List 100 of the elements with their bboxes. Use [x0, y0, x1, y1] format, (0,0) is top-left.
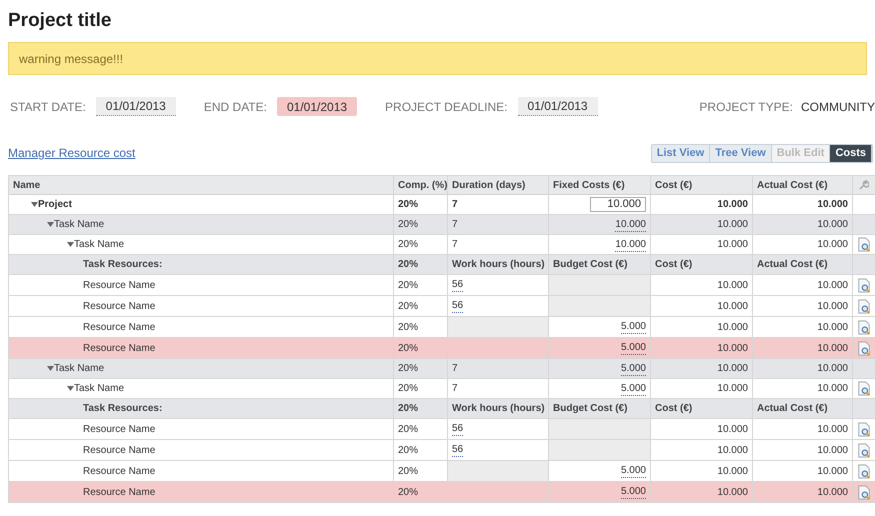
column-header: Name	[13, 178, 40, 192]
resource-name: Resource Name	[83, 342, 156, 356]
row-name: Task Name	[74, 238, 124, 252]
warning-banner: warning message!!!	[8, 42, 867, 75]
cost-value: 10.000	[717, 198, 748, 212]
cost-value: 10.000	[717, 362, 748, 376]
actual-cost-value: 10.000	[817, 342, 848, 356]
completion-value: 20%	[398, 422, 418, 436]
completion-value: 20%	[398, 218, 418, 232]
cost-value: 10.000	[717, 444, 748, 458]
cost-value: 10.000	[717, 422, 748, 436]
document-search-icon[interactable]	[857, 318, 871, 336]
completion-value: 20%	[398, 198, 418, 212]
row-name: Task Name	[74, 382, 124, 396]
document-search-icon[interactable]	[857, 380, 871, 397]
expand-caret-icon[interactable]	[67, 241, 74, 248]
cost-value: 10.000	[717, 486, 748, 500]
view-tab[interactable]: Costs	[830, 144, 872, 162]
cost-value: 10.000	[717, 320, 748, 334]
cost-value: 10.000	[717, 278, 748, 292]
duration-value: 7	[452, 198, 458, 212]
actual-cost-value: 10.000	[817, 382, 848, 396]
resources-header-label: Actual Cost (€)	[757, 402, 828, 416]
editable-value[interactable]: 56	[452, 278, 464, 292]
expand-caret-icon[interactable]	[47, 221, 54, 228]
resources-header-label: Cost (€)	[655, 402, 692, 416]
document-search-icon[interactable]	[857, 442, 871, 458]
project-type-label: PROJECT TYPE:	[699, 98, 793, 116]
editable-value[interactable]: 5.000	[620, 382, 646, 396]
date-label: END DATE:	[204, 98, 267, 116]
column-header: Fixed Costs (€)	[553, 178, 625, 192]
manager-resource-cost-link[interactable]: Manager Resource cost	[8, 144, 136, 162]
cost-value: 10.000	[717, 238, 748, 252]
editable-value[interactable]: 10.000	[615, 218, 646, 232]
editable-value[interactable]: 56	[452, 443, 464, 457]
resources-header-label: Work hours (hours)	[452, 402, 545, 416]
actual-cost-value: 10.000	[817, 278, 848, 292]
row-name: Task Name	[54, 362, 104, 376]
expand-caret-icon[interactable]	[47, 365, 54, 372]
completion-value: 20%	[398, 486, 418, 500]
resource-name: Resource Name	[83, 486, 156, 500]
duration-value: 7	[452, 382, 458, 396]
editable-value[interactable]: 56	[452, 299, 464, 313]
resource-name: Resource Name	[83, 422, 156, 436]
date-field[interactable]: 01/01/2013	[276, 97, 358, 116]
resource-name: Resource Name	[83, 278, 156, 292]
editable-value[interactable]: 10.000	[615, 238, 646, 252]
resources-header-label: Task Resources:	[83, 402, 162, 416]
actual-cost-value: 10.000	[817, 300, 848, 314]
expand-caret-icon[interactable]	[31, 201, 38, 208]
resources-header-label: Actual Cost (€)	[757, 258, 828, 272]
completion-value: 20%	[398, 444, 418, 458]
editable-value[interactable]: 5.000	[620, 320, 646, 334]
actual-cost-value: 10.000	[817, 486, 848, 500]
column-header: Comp. (%)	[398, 178, 448, 192]
actual-cost-value: 10.000	[817, 238, 848, 252]
actual-cost-value: 10.000	[817, 362, 848, 376]
completion-value: 20%	[398, 238, 418, 252]
document-search-icon[interactable]	[857, 462, 871, 480]
date-field[interactable]: 01/01/2013	[96, 97, 176, 116]
cost-value: 10.000	[717, 218, 748, 232]
cost-value: 10.000	[717, 382, 748, 396]
expand-caret-icon[interactable]	[67, 385, 74, 392]
resources-header-label: 20%	[398, 402, 418, 416]
project-type-value: COMMUNITY	[801, 98, 875, 116]
editable-value[interactable]: 5.000	[620, 464, 646, 478]
date-field[interactable]: 01/01/2013	[518, 97, 598, 116]
column-header: Actual Cost (€)	[757, 178, 828, 192]
completion-value: 20%	[398, 278, 418, 292]
editable-value[interactable]: 5.000	[620, 362, 646, 376]
actual-cost-value: 10.000	[817, 444, 848, 458]
date-label: START DATE:	[10, 98, 86, 116]
document-search-icon[interactable]	[857, 484, 871, 500]
duration-value: 7	[452, 218, 458, 232]
page-title: Project title	[7, 9, 112, 33]
resources-header-label: Budget Cost (€)	[553, 258, 628, 272]
actual-cost-value: 10.000	[817, 218, 848, 232]
editable-value[interactable]: 56	[452, 422, 464, 436]
actual-cost-value: 10.000	[817, 422, 848, 436]
completion-value: 20%	[398, 362, 418, 376]
resource-name: Resource Name	[83, 300, 156, 314]
column-header: Duration (days)	[452, 178, 526, 192]
resources-header-label: Budget Cost (€)	[553, 402, 628, 416]
actual-cost-value: 10.000	[817, 198, 848, 212]
column-header: Cost (€)	[655, 178, 692, 192]
completion-value: 20%	[398, 342, 418, 356]
date-label: PROJECT DEADLINE:	[385, 98, 508, 116]
editable-value[interactable]: 5.000	[620, 341, 646, 355]
document-search-icon[interactable]	[857, 276, 871, 294]
resources-header-label: 20%	[398, 258, 418, 272]
document-search-icon[interactable]	[857, 340, 871, 356]
completion-value: 20%	[398, 464, 418, 478]
fixed-cost-input[interactable]: 10.000	[590, 197, 646, 212]
completion-value: 20%	[398, 382, 418, 396]
actual-cost-value: 10.000	[817, 464, 848, 478]
editable-value[interactable]: 5.000	[620, 485, 646, 499]
document-search-icon[interactable]	[857, 298, 871, 314]
document-search-icon[interactable]	[857, 236, 871, 253]
actual-cost-value: 10.000	[817, 320, 848, 334]
document-search-icon[interactable]	[857, 420, 871, 438]
